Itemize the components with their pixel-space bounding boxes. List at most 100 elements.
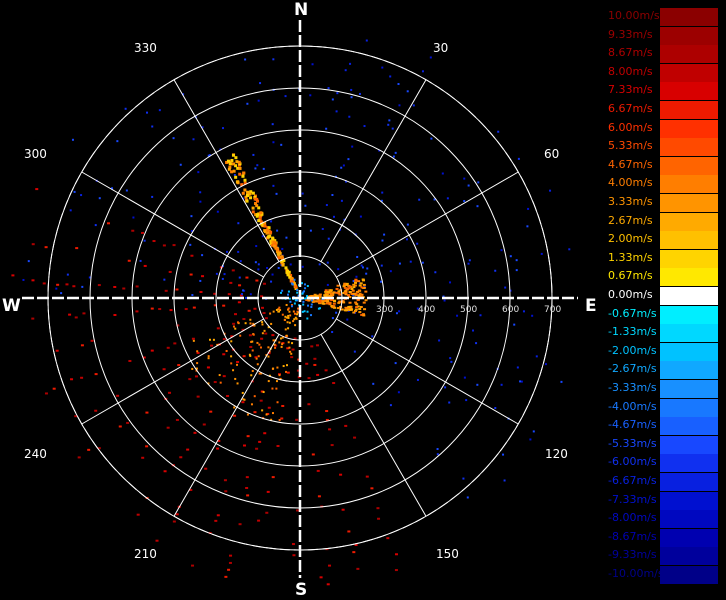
radar-return [249,322,252,325]
radar-return [219,381,222,384]
radar-return [272,310,275,313]
radar-return [254,261,257,264]
radar-return [328,303,332,306]
radar-return [179,456,183,459]
radar-return [241,174,245,178]
radar-return [238,523,242,526]
radar-return [449,281,452,284]
radar-return [239,334,242,337]
radar-return [258,440,262,443]
radar-return [535,355,538,358]
radar-return [287,290,290,293]
radar-return [361,278,365,281]
radar-return [241,391,244,394]
radar-return [303,310,306,313]
radar-return [520,380,523,383]
radar-return [278,251,282,255]
radar-return [175,513,179,516]
radar-return [358,92,361,95]
radar-return [500,249,503,252]
radar-return [218,374,221,377]
radar-return [287,314,290,317]
radar-return [360,293,364,296]
radar-return [27,260,30,263]
radar-return [352,551,356,554]
radar-return [346,294,350,297]
bearing-60: 60 [544,147,560,161]
legend-label: 4.67m/s [608,157,653,171]
radar-return [261,323,264,326]
bearing-30: 30 [433,41,449,55]
radar-return [151,195,154,198]
radar-return [389,270,392,273]
radar-return [318,294,322,297]
radar-return [364,299,368,302]
radar-return [465,399,468,402]
radar-return [362,314,366,317]
radar-return [210,344,214,347]
legend-swatch [660,8,718,26]
radar-return [358,311,362,314]
radar-return [352,283,356,286]
radar-return [233,414,237,417]
radar-return [394,151,397,154]
radar-return [289,300,292,303]
radar-return [97,284,101,287]
radar-return [222,304,226,307]
legend-swatch [660,45,718,64]
range-label: 300 [376,305,393,315]
radar-return [216,327,220,330]
radar-return [141,456,145,459]
radar-return [294,324,297,327]
radar-return [287,307,290,310]
radar-return [263,329,266,332]
radar-return [289,350,292,353]
legend-label: 9.33m/s [608,27,653,41]
radar-return [305,362,309,365]
radar-return [265,511,269,514]
radar-return [436,453,439,456]
radar-return [244,296,247,299]
legend-label: -3.33m/s [608,381,657,394]
radar-return [256,341,259,344]
radar-return [252,153,255,156]
radar-return [409,260,412,263]
radar-return [291,283,294,286]
radar-return [348,115,351,118]
radar-return [421,70,424,73]
radar-return [293,302,296,305]
radar-return [293,318,296,321]
radar-return [238,284,242,287]
radar-return [255,245,258,248]
radar-return [238,276,241,279]
radar-return [344,306,348,309]
radar-return [353,436,357,439]
radar-return [191,337,195,340]
radar-return [87,448,91,451]
radar-return [462,477,465,480]
radar-return [325,410,329,413]
radar-return [199,200,202,203]
radar-return [230,340,233,343]
legend-label: 0.00m/s [608,288,653,301]
legend-entry: -0.67m/s [604,305,718,324]
radar-return [284,370,287,373]
radar-return [527,207,530,210]
radar-return [336,92,339,95]
radar-return [319,576,323,579]
radar-return [236,363,239,366]
radar-return [441,172,444,175]
radar-return [294,299,297,302]
radar-return [236,382,239,385]
radar-return [169,309,173,312]
radar-return [344,289,348,292]
legend-swatch [660,138,718,157]
radar-return [188,378,192,381]
legend-entry: 4.00m/s [604,175,718,194]
radar-return [276,229,279,232]
legend-swatch [660,491,718,510]
legend-label: -2.00m/s [608,343,657,357]
legend-label: 2.00m/s [608,232,653,246]
radar-return [150,307,154,310]
radar-return [335,311,338,314]
